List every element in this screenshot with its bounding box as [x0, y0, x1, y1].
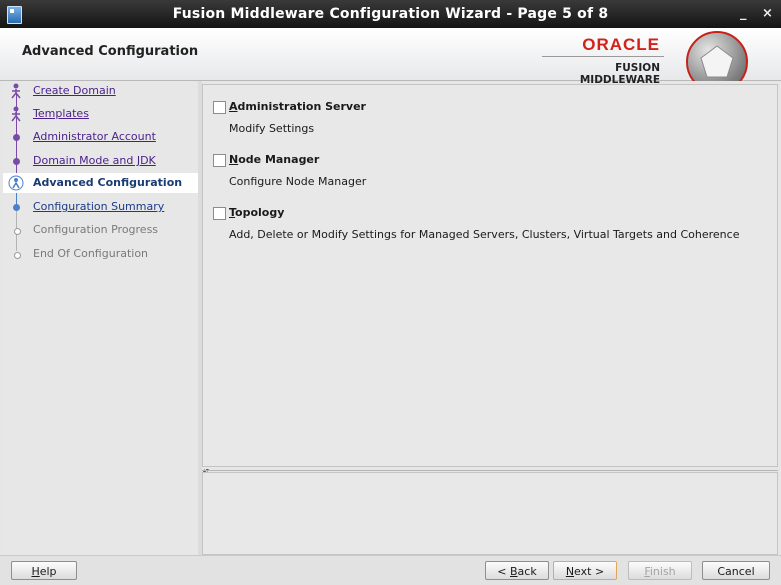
minimize-button[interactable]: _ [740, 6, 747, 21]
window-titlebar[interactable]: Fusion Middleware Configuration Wizard -… [0, 0, 781, 28]
finish-button: Finish [628, 561, 692, 580]
step-next-dot-icon [13, 204, 20, 211]
nav-item-label[interactable]: Templates [33, 107, 89, 120]
options-panel: Administration Server Modify Settings No… [202, 84, 778, 467]
oracle-wordmark: ORACLE [582, 35, 660, 54]
step-pending-dot-icon [14, 252, 21, 259]
current-step-person-icon [8, 175, 24, 191]
step-navigation: Create Domain Templates Administrator Ac… [3, 81, 198, 555]
button-bar: Help < Back Next > Finish Cancel [0, 555, 781, 585]
walking-person-icon [11, 83, 21, 99]
window-title: Fusion Middleware Configuration Wizard -… [172, 6, 609, 22]
wizard-header: Advanced Configuration ORACLE FUSION MID… [0, 28, 781, 86]
walking-person-icon [11, 106, 21, 122]
nav-item-label[interactable]: Configuration Summary [33, 200, 164, 213]
page-title: Advanced Configuration [22, 44, 199, 59]
nav-item-label[interactable]: Create Domain [33, 84, 116, 97]
option-label[interactable]: Topology [229, 206, 284, 219]
step-pending-dot-icon [14, 228, 21, 235]
topology-checkbox[interactable] [213, 207, 226, 220]
option-description: Configure Node Manager [229, 175, 367, 188]
logo-rule [542, 56, 664, 57]
nav-item-configuration-summary[interactable]: Configuration Summary [3, 197, 198, 217]
nav-item-label[interactable]: Domain Mode and JDK [33, 154, 156, 167]
nav-item-label[interactable]: Advanced Configuration [33, 176, 182, 189]
pentagon-badge-icon [686, 31, 748, 81]
option-label[interactable]: Administration Server [229, 100, 366, 113]
step-done-dot-icon [13, 158, 20, 165]
fusion-middleware-wordmark: FUSION MIDDLEWARE [579, 62, 660, 86]
close-button[interactable]: × [762, 6, 773, 21]
next-button[interactable]: Next > [553, 561, 617, 580]
details-panel [202, 472, 778, 555]
nav-item-label[interactable]: Administrator Account [33, 130, 156, 143]
administration-server-checkbox[interactable] [213, 101, 226, 114]
option-description: Modify Settings [229, 122, 315, 135]
back-button[interactable]: < Back [485, 561, 549, 580]
option-label[interactable]: Node Manager [229, 153, 319, 166]
nav-item-end-of-configuration: End Of Configuration [3, 244, 198, 264]
node-manager-checkbox[interactable] [213, 154, 226, 167]
help-button[interactable]: Help [11, 561, 77, 580]
nav-item-templates[interactable]: Templates [3, 104, 198, 124]
nav-item-label: End Of Configuration [33, 247, 149, 260]
nav-item-create-domain[interactable]: Create Domain [3, 81, 198, 101]
nav-item-advanced-configuration[interactable]: Advanced Configuration [3, 173, 198, 193]
oracle-logo: ORACLE FUSION MIDDLEWARE [538, 36, 664, 86]
option-description: Add, Delete or Modify Settings for Manag… [229, 228, 740, 241]
nav-item-configuration-progress: Configuration Progress [3, 220, 198, 240]
step-done-dot-icon [13, 134, 20, 141]
horizontal-splitter[interactable] [202, 470, 778, 471]
nav-item-domain-mode-jdk[interactable]: Domain Mode and JDK [3, 151, 198, 171]
nav-item-administrator-account[interactable]: Administrator Account [3, 127, 198, 147]
nav-item-label: Configuration Progress [33, 223, 159, 236]
cancel-button[interactable]: Cancel [702, 561, 770, 580]
